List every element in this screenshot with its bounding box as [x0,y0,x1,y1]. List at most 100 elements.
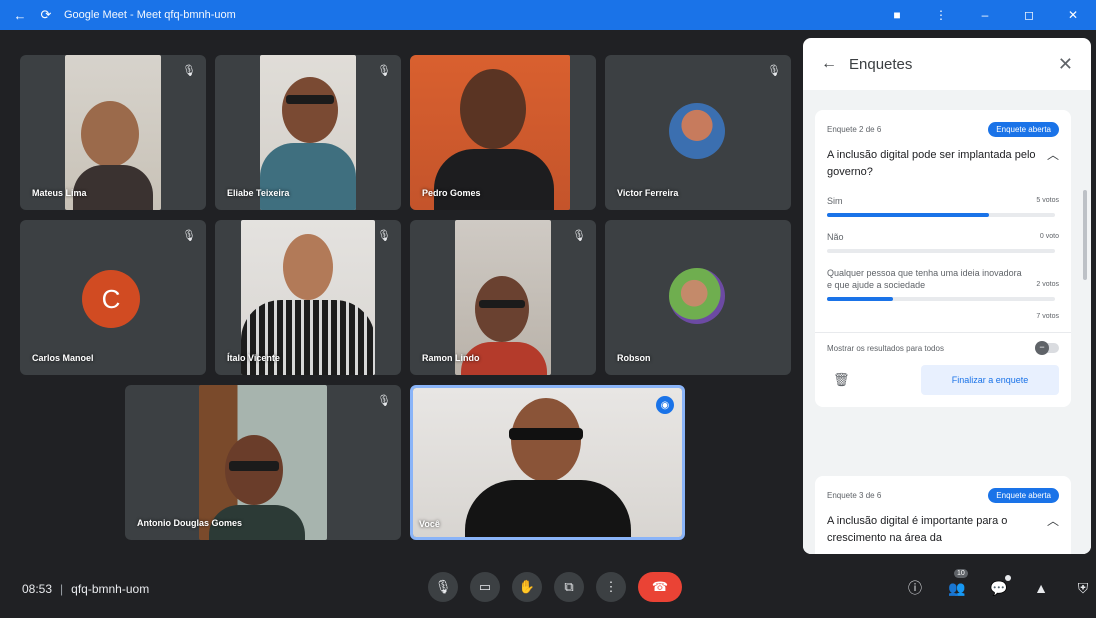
participant-name: Carlos Manoel [32,353,94,363]
option-result-bar [827,297,1055,301]
maximize-icon[interactable]: ◻ [1020,8,1038,22]
participant-video [410,55,570,210]
participant-tile[interactable]: 🎙 Antonio Douglas Gomes [125,385,401,540]
more-vert-icon: ⋮ [604,579,618,594]
more-options-button[interactable]: ⋮ [596,572,626,602]
participant-tile[interactable]: 🎙 Ramon Lindo [410,220,596,375]
poll-status-badge: Enquete aberta [988,488,1059,503]
option-label: Qualquer pessoa que tenha uma ideia inov… [827,268,1022,290]
option-result-fill [827,297,894,301]
participant-avatar [669,268,725,324]
more-vert-icon[interactable]: ⋮ [932,8,950,22]
self-video [413,388,682,537]
window-title: Google Meet - Meet qfq-bmnh-uom [64,9,236,21]
poll-total-votes: 7 votos [1036,313,1059,320]
back-arrow-icon[interactable]: ← [821,55,837,73]
end-poll-button[interactable]: Finalizar a enquete [921,365,1059,395]
participant-tile[interactable]: 🎙 Victor Ferreira [605,55,791,210]
camera-button[interactable]: ▭ [470,572,500,602]
scrollbar[interactable] [1083,190,1087,280]
mic-off-icon: 🎙 [377,229,391,242]
shield-icon: ⛨ [1077,579,1089,596]
people-button[interactable]: 👥 10 [947,569,968,598]
participant-tile[interactable]: 🎙 Ítalo Vicente [215,220,401,375]
camera-icon: ▭ [478,579,492,594]
mic-icon: 🎙 [434,579,452,594]
people-count-badge: 10 [954,569,968,578]
participant-tile[interactable]: Robson [605,220,791,375]
back-arrow-icon[interactable]: ← [12,7,28,23]
reload-icon[interactable]: ⟳ [38,7,54,23]
participant-avatar: C [82,270,140,328]
activities-icon: ▲ [1034,580,1048,596]
polls-panel: ← Enquetes ✕ Enquete 2 de 6 Enquete aber… [803,38,1091,554]
participant-video [260,55,356,210]
participant-name: Robson [617,353,651,363]
participant-name: Eliabe Teixeira [227,188,290,198]
participant-avatar [669,103,725,159]
mic-button[interactable]: 🎙 [428,572,458,602]
participant-tile[interactable]: 🎙 Eliabe Teixeira [215,55,401,210]
option-label: Sim [827,196,843,206]
mic-off-icon: 🎙 [377,64,391,77]
camera-icon[interactable]: ■ [888,8,906,22]
activities-button[interactable]: ▲ [1031,578,1051,598]
video-grid: 🎙 Mateus Lima 🎙 Eliabe Teixeira Pedro Go… [0,30,800,560]
poll-status-badge: Enquete aberta [988,122,1059,137]
close-icon[interactable]: ✕ [1058,54,1073,75]
leave-call-button[interactable]: ☎ [638,572,682,602]
speaking-indicator-icon: ◉ [656,396,674,414]
hand-icon: ✋ [518,579,536,594]
participant-name: Ramon Lindo [422,353,480,363]
poll-counter: Enquete 2 de 6 [827,125,882,134]
window-titlebar: ← ⟳ Google Meet - Meet qfq-bmnh-uom ■ ⋮ … [0,0,1096,30]
bottom-toolbar: 08:53 | qfq-bmnh-uom 🎙 ▭ ✋ ⧉ ⋮ ☎ ⓘ 👥 10 … [0,560,1096,618]
participant-tile[interactable]: C 🎙 Carlos Manoel [20,220,206,375]
people-icon: 👥 [948,579,966,596]
chat-icon: 💬 [990,579,1008,596]
participant-name: Victor Ferreira [617,188,679,198]
minimize-icon[interactable]: – [976,8,994,22]
poll-counter: Enquete 3 de 6 [827,491,882,500]
delete-poll-icon[interactable]: 🗑 [827,372,850,388]
mic-off-icon: 🎙 [182,64,196,77]
mic-off-icon: 🎙 [377,394,391,407]
meeting-details: 08:53 | qfq-bmnh-uom [22,582,149,596]
separator: | [60,582,64,596]
option-votes: 5 votos [1036,197,1059,204]
participant-name: Pedro Gomes [422,188,481,198]
option-votes: 2 votos [1036,281,1059,288]
participant-tile[interactable]: Pedro Gomes [410,55,596,210]
close-window-icon[interactable]: ✕ [1064,8,1082,22]
chevron-up-icon[interactable]: ︿ [1037,147,1059,164]
poll-card: Enquete 2 de 6 Enquete aberta A inclusão… [815,110,1071,407]
participant-tile[interactable]: 🎙 Mateus Lima [20,55,206,210]
poll-card: Enquete 3 de 6 Enquete aberta A inclusão… [815,476,1071,554]
host-controls-button[interactable]: ⛨ [1073,578,1093,598]
option-result-fill [827,213,989,217]
polls-list[interactable]: Enquete 2 de 6 Enquete aberta A inclusão… [803,90,1091,554]
participant-video [241,220,375,375]
show-results-toggle[interactable]: − [1035,341,1059,355]
panel-title: Enquetes [849,55,913,73]
participant-name: Antonio Douglas Gomes [137,518,243,528]
participant-video [199,385,327,540]
panel-header: ← Enquetes ✕ [803,38,1091,90]
poll-question: A inclusão digital pode ser implantada p… [827,149,1036,178]
meeting-time: 08:53 [22,582,53,596]
option-result-bar [827,213,1055,217]
poll-option: Sim 5 votos [827,195,1059,217]
info-icon: ⓘ [908,580,922,596]
raise-hand-button[interactable]: ✋ [512,572,542,602]
meeting-details-button[interactable]: ⓘ [905,578,925,598]
self-tile[interactable]: ◉ Você [410,385,685,540]
hangup-icon: ☎ [651,579,669,594]
present-button[interactable]: ⧉ [554,572,584,602]
mic-off-icon: 🎙 [767,64,781,77]
chat-button[interactable]: 💬 [989,575,1011,598]
poll-question: A inclusão digital é importante para o c… [827,515,1008,544]
notification-dot [1005,575,1011,581]
participant-name: Mateus Lima [32,188,87,198]
poll-option: Qualquer pessoa que tenha uma ideia inov… [827,267,1059,301]
chevron-up-icon[interactable]: ︿ [1037,513,1059,530]
